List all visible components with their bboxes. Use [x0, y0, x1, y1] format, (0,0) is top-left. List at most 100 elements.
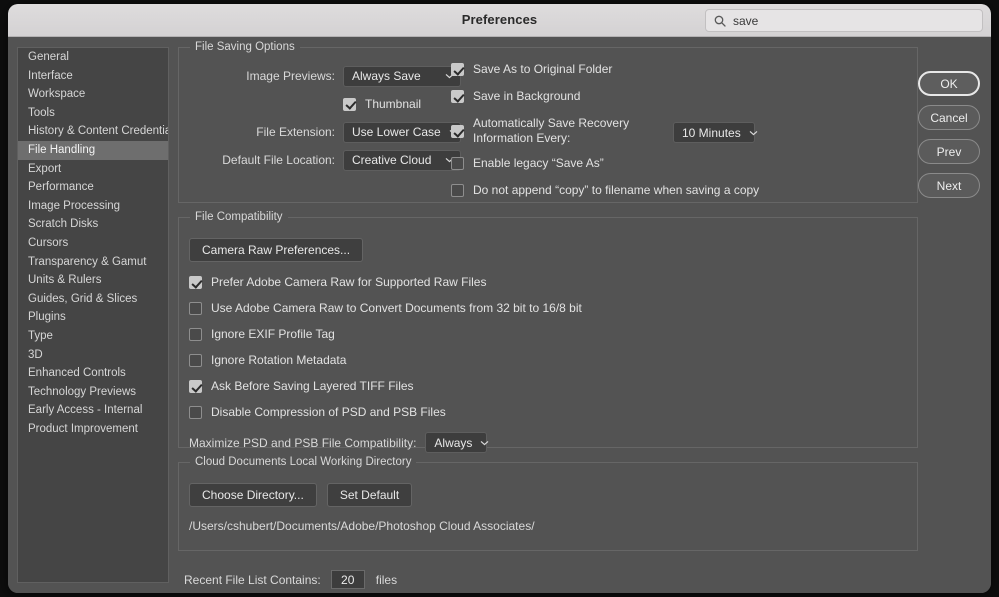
thumbnail-checkbox[interactable]: Thumbnail — [343, 97, 461, 112]
ok-button[interactable]: OK — [918, 71, 980, 96]
enable-legacy-save-as-checkbox[interactable]: Enable legacy “Save As” — [451, 156, 901, 171]
sidebar-item-label: Scratch Disks — [28, 218, 98, 230]
disable-compression-checkbox[interactable]: Disable Compression of PSD and PSB Files — [189, 405, 905, 420]
chevron-down-icon — [480, 440, 489, 446]
do-not-append-copy-checkbox[interactable]: Do not append “copy” to filename when sa… — [451, 183, 901, 198]
file-saving-options-group: File Saving Options Image Previews: Alwa… — [178, 47, 918, 203]
checkbox-indicator — [189, 354, 202, 367]
sidebar-item-label: Workspace — [28, 88, 85, 100]
sidebar-item-history-content-credentials[interactable]: History & Content Credentials — [18, 122, 168, 141]
ignore-exif-profile-tag-checkbox[interactable]: Ignore EXIF Profile Tag — [189, 327, 905, 342]
ignore-rotation-metadata-checkbox[interactable]: Ignore Rotation Metadata — [189, 353, 905, 368]
next-button[interactable]: Next — [918, 173, 980, 198]
ask-before-saving-tiff-checkbox[interactable]: Ask Before Saving Layered TIFF Files — [189, 379, 905, 394]
convert-32bit-label: Use Adobe Camera Raw to Convert Document… — [211, 301, 582, 316]
file-extension-row: File Extension: Use Lower Case — [191, 118, 461, 146]
sidebar-item-file-handling[interactable]: File Handling — [18, 141, 168, 160]
sidebar-item-technology-previews[interactable]: Technology Previews — [18, 383, 168, 402]
sidebar-item-label: Cursors — [28, 237, 68, 249]
search-input[interactable]: save — [705, 9, 983, 32]
recent-file-list-input[interactable]: 20 — [331, 570, 365, 589]
file-compatibility-legend: File Compatibility — [190, 211, 288, 223]
ask-before-saving-tiff-label: Ask Before Saving Layered TIFF Files — [211, 379, 414, 394]
enable-legacy-save-as-label: Enable legacy “Save As” — [473, 156, 604, 171]
choose-directory-button[interactable]: Choose Directory... — [189, 483, 317, 507]
sidebar-item-label: Units & Rulers — [28, 274, 102, 286]
sidebar-item-label: File Handling — [28, 144, 95, 156]
preferences-category-list[interactable]: General Interface Workspace Tools Histor… — [17, 47, 169, 583]
sidebar-item-label: Export — [28, 163, 61, 175]
checkbox-indicator — [451, 63, 464, 76]
sidebar-item-cursors[interactable]: Cursors — [18, 234, 168, 253]
maximize-compatibility-select[interactable]: Always — [425, 432, 487, 453]
search-icon — [714, 15, 726, 27]
default-file-location-select[interactable]: Creative Cloud — [343, 150, 461, 171]
save-in-background-checkbox[interactable]: Save in Background — [451, 89, 901, 104]
preferences-dialog-window: Preferences save General Interface Works… — [8, 4, 991, 593]
file-saving-options-left-column: Image Previews: Always Save Thumbnail — [191, 62, 461, 174]
checkbox-indicator — [189, 328, 202, 341]
prefer-camera-raw-label: Prefer Adobe Camera Raw for Supported Ra… — [211, 275, 486, 290]
image-previews-row: Image Previews: Always Save — [191, 62, 461, 90]
sidebar-item-label: Plugins — [28, 311, 66, 323]
sidebar-item-units-rulers[interactable]: Units & Rulers — [18, 271, 168, 290]
default-file-location-value: Creative Cloud — [352, 153, 431, 167]
save-as-original-folder-checkbox[interactable]: Save As to Original Folder — [451, 62, 901, 77]
sidebar-item-scratch-disks[interactable]: Scratch Disks — [18, 215, 168, 234]
convert-32bit-checkbox[interactable]: Use Adobe Camera Raw to Convert Document… — [189, 301, 905, 316]
cloud-documents-legend: Cloud Documents Local Working Directory — [190, 456, 416, 468]
set-default-button[interactable]: Set Default — [327, 483, 412, 507]
default-file-location-row: Default File Location: Creative Cloud — [191, 146, 461, 174]
sidebar-item-general[interactable]: General — [18, 48, 168, 67]
sidebar-item-interface[interactable]: Interface — [18, 67, 168, 86]
sidebar-item-guides-grid-slices[interactable]: Guides, Grid & Slices — [18, 290, 168, 309]
sidebar-item-image-processing[interactable]: Image Processing — [18, 197, 168, 216]
cancel-button[interactable]: Cancel — [918, 105, 980, 130]
cloud-documents-path: /Users/cshubert/Documents/Adobe/Photosho… — [189, 519, 905, 533]
sidebar-item-transparency-gamut[interactable]: Transparency & Gamut — [18, 253, 168, 272]
auto-save-recovery-row: Automatically Save Recovery Information … — [451, 116, 901, 146]
checkbox-indicator — [189, 406, 202, 419]
sidebar-item-early-access-internal[interactable]: Early Access - Internal — [18, 401, 168, 420]
camera-raw-preferences-button[interactable]: Camera Raw Preferences... — [189, 238, 363, 262]
auto-save-recovery-checkbox[interactable] — [451, 125, 464, 138]
file-saving-options-right-column: Save As to Original Folder Save in Backg… — [451, 62, 901, 198]
sidebar-item-type[interactable]: Type — [18, 327, 168, 346]
cloud-documents-group: Cloud Documents Local Working Directory … — [178, 462, 918, 551]
do-not-append-copy-label: Do not append “copy” to filename when sa… — [473, 183, 759, 198]
checkbox-indicator — [343, 98, 356, 111]
sidebar-item-product-improvement[interactable]: Product Improvement — [18, 420, 168, 439]
sidebar-item-enhanced-controls[interactable]: Enhanced Controls — [18, 364, 168, 383]
sidebar-item-tools[interactable]: Tools — [18, 104, 168, 123]
auto-save-recovery-label: Automatically Save Recovery Information … — [473, 116, 659, 146]
search-input-value: save — [733, 14, 758, 28]
checkbox-indicator — [189, 302, 202, 315]
sidebar-item-plugins[interactable]: Plugins — [18, 308, 168, 327]
sidebar-item-label: Guides, Grid & Slices — [28, 293, 137, 305]
sidebar-item-label: Enhanced Controls — [28, 367, 126, 379]
file-extension-label: File Extension: — [256, 125, 335, 139]
sidebar-item-export[interactable]: Export — [18, 160, 168, 179]
sidebar-item-performance[interactable]: Performance — [18, 178, 168, 197]
sidebar-item-workspace[interactable]: Workspace — [18, 85, 168, 104]
image-previews-label: Image Previews: — [246, 69, 335, 83]
sidebar-item-3d[interactable]: 3D — [18, 346, 168, 365]
sidebar-item-label: Type — [28, 330, 53, 342]
file-extension-select[interactable]: Use Lower Case — [343, 122, 461, 143]
thumbnail-label: Thumbnail — [365, 97, 421, 112]
prev-button[interactable]: Prev — [918, 139, 980, 164]
sidebar-item-label: General — [28, 51, 69, 63]
sidebar-item-label: History & Content Credentials — [28, 125, 169, 137]
file-compatibility-group: File Compatibility Camera Raw Preference… — [178, 217, 918, 448]
sidebar-item-label: Performance — [28, 181, 94, 193]
sidebar-item-label: 3D — [28, 349, 43, 361]
auto-save-interval-value: 10 Minutes — [682, 126, 741, 140]
disable-compression-label: Disable Compression of PSD and PSB Files — [211, 405, 446, 420]
preferences-main-panel: File Saving Options Image Previews: Alwa… — [178, 47, 918, 589]
auto-save-interval-select[interactable]: 10 Minutes — [673, 122, 755, 143]
maximize-compatibility-label: Maximize PSD and PSB File Compatibility: — [189, 436, 416, 450]
prefer-camera-raw-checkbox[interactable]: Prefer Adobe Camera Raw for Supported Ra… — [189, 275, 905, 290]
thumbnail-row: Thumbnail — [191, 90, 461, 118]
chevron-down-icon — [749, 130, 758, 136]
image-previews-select[interactable]: Always Save — [343, 66, 461, 87]
